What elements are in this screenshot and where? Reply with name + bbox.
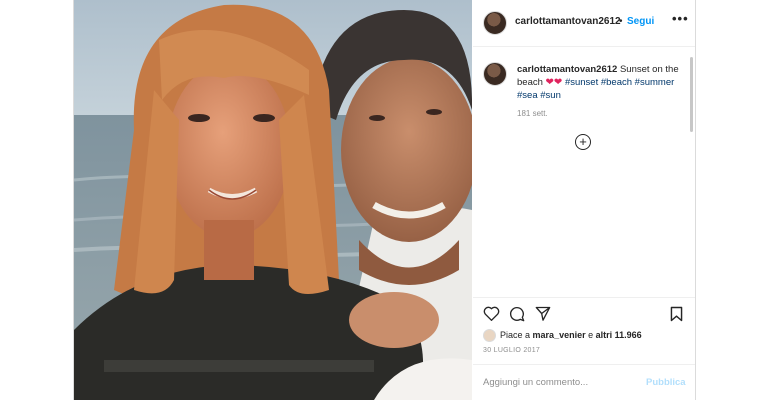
likes-others[interactable]: altri 11.966 (596, 330, 642, 340)
add-icon[interactable]: + (575, 134, 591, 150)
header-separator: • (619, 16, 623, 27)
more-icon[interactable]: ••• (672, 11, 689, 26)
publish-button[interactable]: Pubblica (646, 377, 686, 388)
comment-icon[interactable] (509, 306, 525, 327)
comment-input[interactable]: Aggiungi un commento... (483, 377, 588, 388)
save-icon[interactable] (670, 306, 683, 327)
author-username[interactable]: carlottamantovan2612 (515, 16, 621, 27)
post-photo[interactable] (74, 0, 472, 400)
instagram-post: carlottamantovan2612 • Segui ••• carlott… (73, 0, 696, 400)
post-caption: carlottamantovan2612 Sunset on the beach… (517, 63, 683, 102)
hashtag-beach[interactable]: #beach (601, 77, 632, 88)
comment-bar: Aggiungi un commento... Pubblica (473, 364, 695, 401)
caption-avatar[interactable] (483, 62, 507, 86)
likes-prefix: Piace a (500, 330, 531, 340)
caption-timestamp[interactable]: 181 sett. (517, 109, 548, 118)
hashtag-sea[interactable]: #sea (517, 90, 538, 101)
share-icon[interactable] (535, 306, 551, 326)
hashtag-summer[interactable]: #summer (635, 77, 675, 88)
comments-area: carlottamantovan2612 Sunset on the beach… (473, 47, 695, 296)
likes-summary: Piace a mara_venier e altri 11.966 (500, 330, 642, 340)
follow-button[interactable]: Segui (627, 16, 654, 27)
comments-scrollbar[interactable] (690, 57, 693, 132)
photo-illustration (74, 0, 472, 400)
liker-avatar[interactable] (483, 329, 496, 342)
caption-username[interactable]: carlottamantovan2612 (517, 64, 617, 75)
likes-conjunction: e (588, 330, 594, 340)
heart-icon[interactable] (483, 306, 500, 326)
post-date[interactable]: 30 LUGLIO 2017 (483, 347, 540, 354)
post-header: carlottamantovan2612 • Segui ••• (473, 0, 695, 47)
heart-emoji: ❤❤ (545, 77, 563, 88)
post-actions: Piace a mara_venier e altri 11.966 30 LU… (473, 297, 695, 364)
hashtag-sun[interactable]: #sun (540, 90, 561, 101)
post-side-pane: carlottamantovan2612 • Segui ••• carlott… (473, 0, 695, 400)
liker-username[interactable]: mara_venier (533, 330, 586, 340)
author-avatar[interactable] (483, 11, 507, 35)
hashtag-sunset[interactable]: #sunset (565, 77, 598, 88)
